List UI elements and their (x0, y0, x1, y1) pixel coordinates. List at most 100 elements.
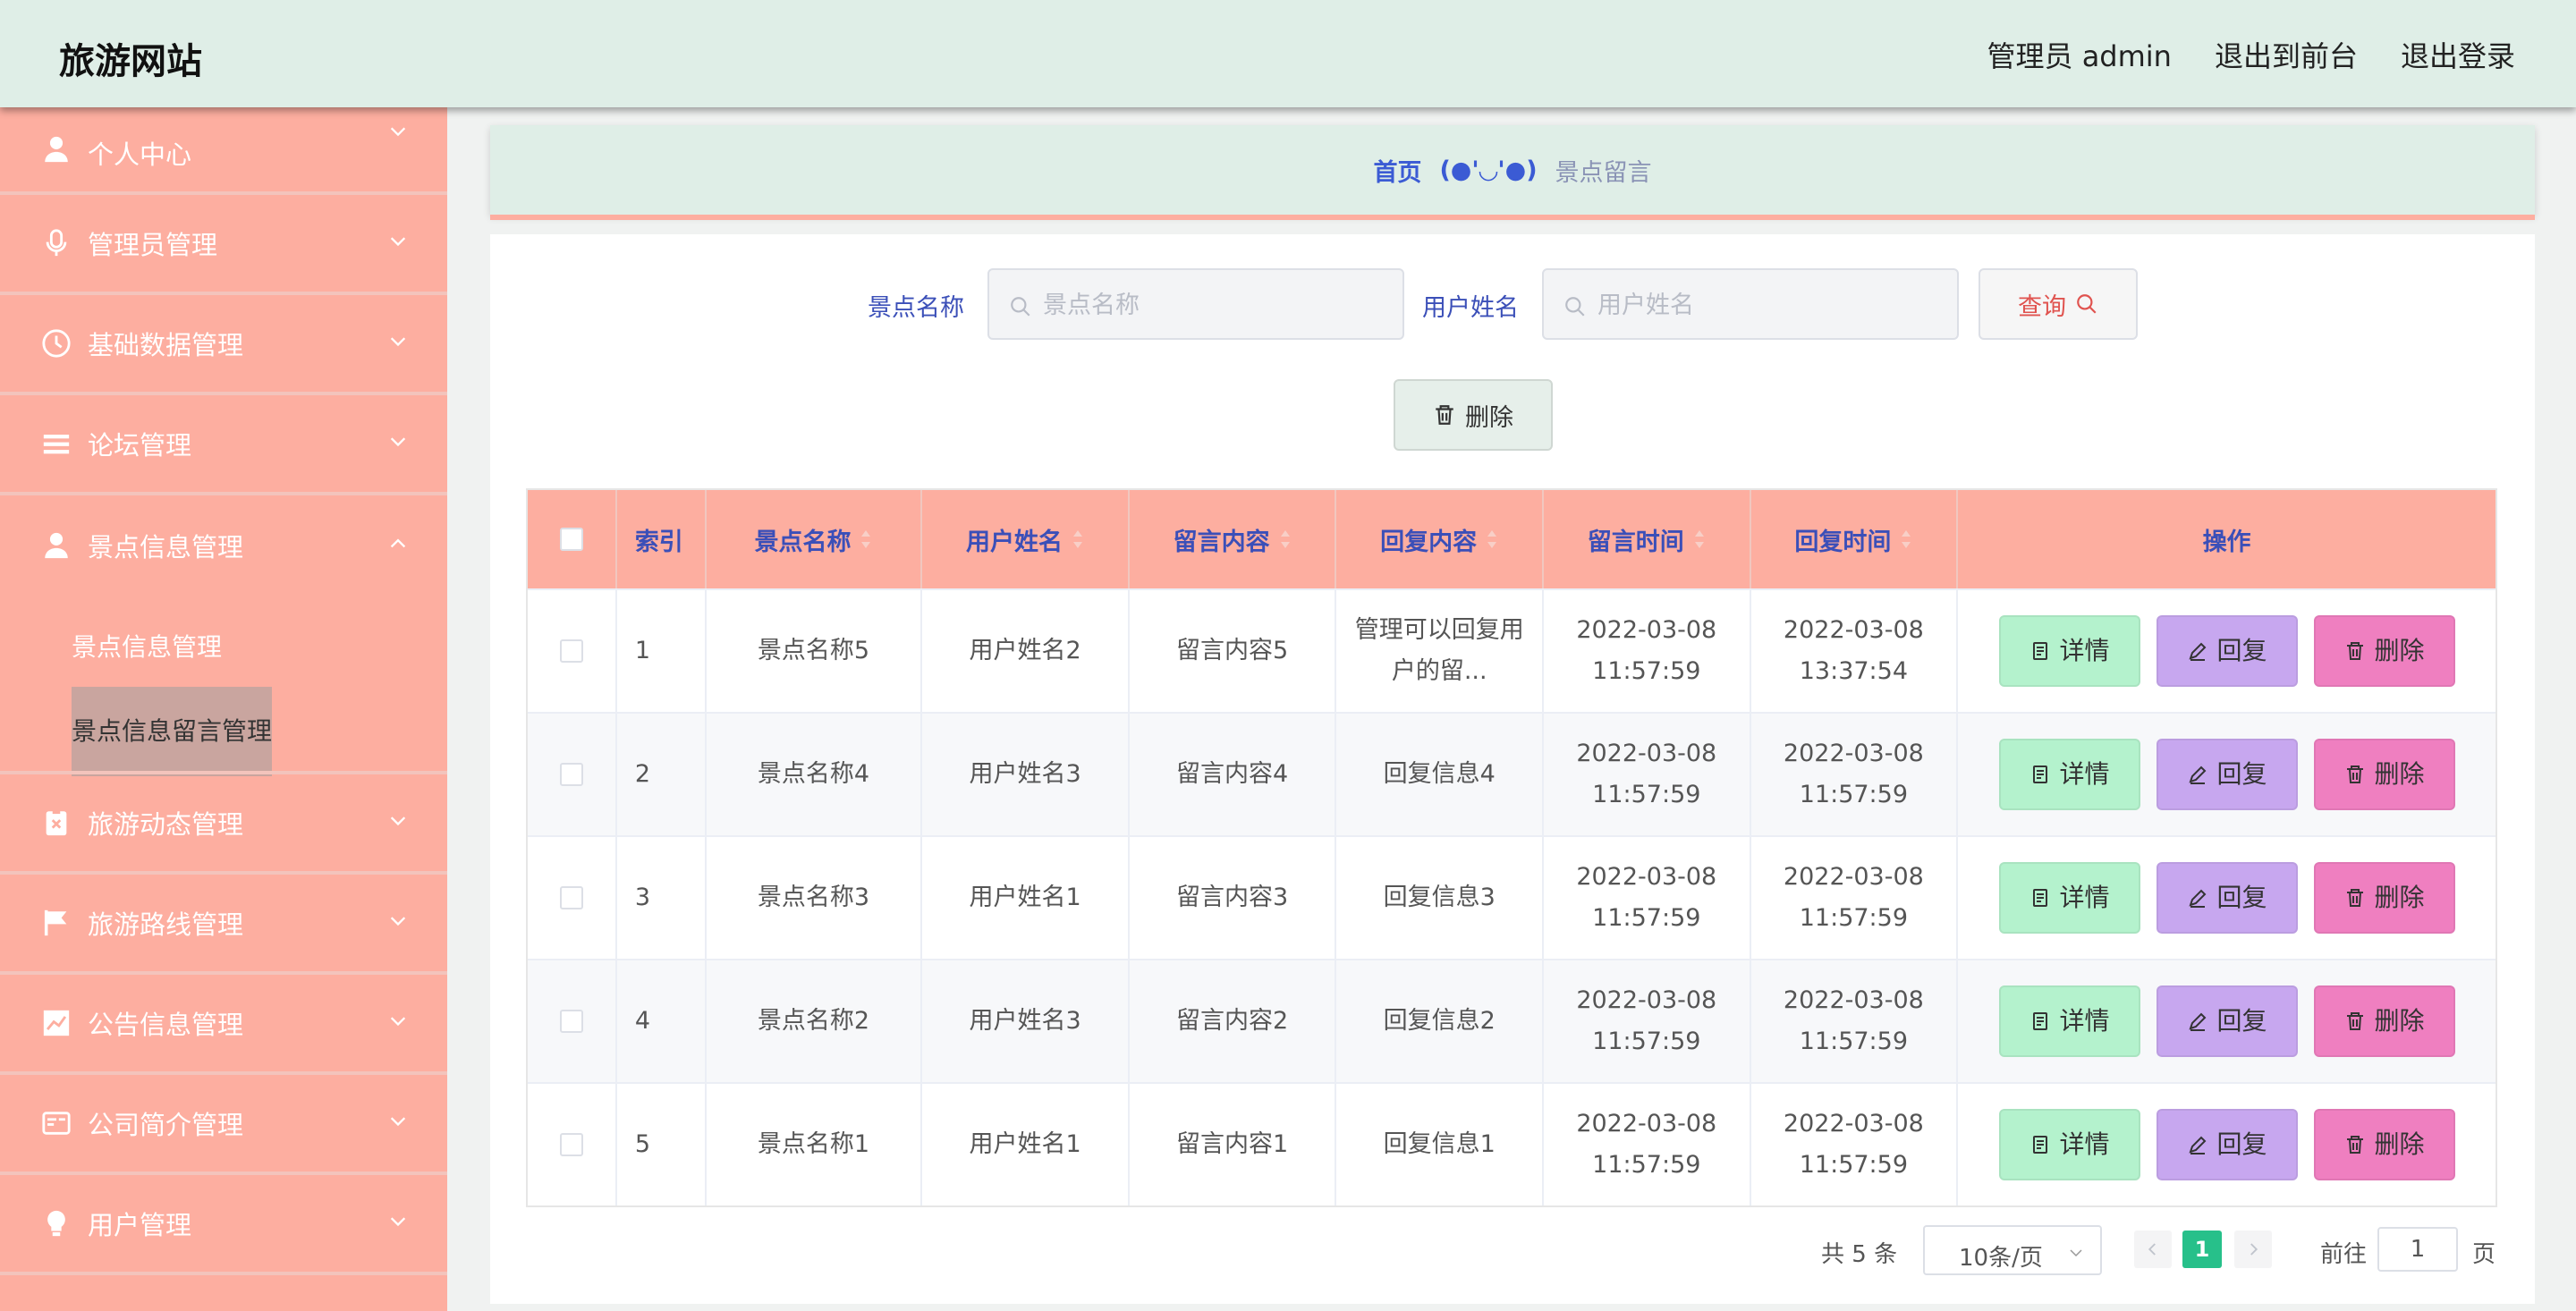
detail-button[interactable]: 详情 (1998, 985, 2140, 1057)
col-reply[interactable]: 回复内容 (1336, 490, 1544, 588)
reply-button[interactable]: 回复 (2156, 1109, 2298, 1180)
detail-button[interactable]: 详情 (1998, 615, 2140, 687)
submenu-item-spot-info[interactable]: 景点信息管理 (72, 628, 222, 664)
user-name-input[interactable] (1597, 283, 1937, 327)
col-message-time[interactable]: 留言时间 (1544, 490, 1751, 588)
delete-button[interactable]: 删除 (2313, 1109, 2455, 1180)
sort-icon[interactable] (1486, 529, 1498, 550)
cell-spot-name: 景点名称5 (707, 590, 923, 712)
reply-button[interactable]: 回复 (2156, 739, 2298, 810)
sort-icon[interactable] (1279, 529, 1292, 550)
submenu-item-spot-message[interactable]: 景点信息留言管理 (72, 687, 272, 776)
logout-link[interactable]: 退出登录 (2401, 34, 2515, 75)
cell-index: 5 (617, 1084, 707, 1205)
detail-button[interactable]: 详情 (1998, 739, 2140, 810)
sidebar-item-travel-route[interactable]: 旅游路线管理 (0, 871, 447, 975)
flag-icon (44, 909, 67, 936)
delete-button[interactable]: 删除 (2313, 739, 2455, 810)
reply-button[interactable]: 回复 (2156, 862, 2298, 934)
cell-spot-name: 景点名称4 (707, 714, 923, 835)
delete-button[interactable]: 删除 (2313, 615, 2455, 687)
row-checkbox[interactable] (559, 763, 583, 786)
page-number-current[interactable]: 1 (2182, 1231, 2222, 1268)
goto-page-input[interactable]: 1 (2377, 1227, 2458, 1272)
table-body: 1 景点名称5 用户姓名2 留言内容5 管理可以回复用户的留... 2022-03-08 … (528, 588, 2496, 1205)
sidebar-item-user[interactable]: 用户管理 (0, 1171, 447, 1275)
batch-delete-button[interactable]: 删除 (1394, 379, 1553, 451)
reply-label: 回复 (2216, 636, 2267, 665)
cell-spot-name: 景点名称1 (707, 1084, 923, 1205)
cell-message-time: 2022-03-08 11:57:59 (1544, 714, 1751, 835)
pagination: 共 5 条 10条/页 1 前往 1 页 (490, 1225, 2535, 1275)
row-checkbox[interactable] (559, 1010, 583, 1033)
breadcrumb-current: 景点留言 (1555, 158, 1652, 187)
sidebar-item-base-data[interactable]: 基础数据管理 (0, 292, 447, 395)
prev-page-button[interactable] (2134, 1231, 2172, 1268)
next-page-button[interactable] (2234, 1231, 2272, 1268)
cell-reply: 回复信息2 (1336, 960, 1544, 1082)
sidebar-item-travel-news[interactable]: 旅游动态管理 (0, 771, 447, 875)
reply-button[interactable]: 回复 (2156, 615, 2298, 687)
row-checkbox[interactable] (559, 886, 583, 909)
cell-actions: 详情 回复 删除 (1958, 590, 2496, 712)
chevron-down-icon (390, 1117, 406, 1127)
delete-label: 删除 (2374, 759, 2425, 789)
cell-actions: 详情 回复 删除 (1958, 837, 2496, 959)
sort-icon[interactable] (1693, 529, 1706, 550)
delete-button[interactable]: 删除 (2313, 985, 2455, 1057)
col-reply-time[interactable]: 回复时间 (1751, 490, 1959, 588)
edit-icon (2188, 1012, 2206, 1031)
page-size-select[interactable]: 10条/页 (1923, 1225, 2102, 1275)
sidebar-item-company[interactable]: 公司简介管理 (0, 1071, 447, 1175)
detail-button[interactable]: 详情 (1998, 1109, 2140, 1180)
cell-spot-name: 景点名称3 (707, 837, 923, 959)
row-checkbox[interactable] (559, 1133, 583, 1156)
user-name-field[interactable] (1542, 268, 1959, 340)
edit-icon (2188, 765, 2206, 784)
spot-name-field[interactable] (987, 268, 1404, 340)
spot-name-input[interactable] (1043, 283, 1383, 327)
reply-button[interactable]: 回复 (2156, 985, 2298, 1057)
cell-reply-time: 2022-03-08 11:57:59 (1751, 1084, 1959, 1205)
exit-to-front-link[interactable]: 退出到前台 (2215, 34, 2358, 75)
detail-button[interactable]: 详情 (1998, 862, 2140, 934)
delete-label: 删除 (2374, 883, 2425, 912)
row-checkbox[interactable] (559, 639, 583, 663)
chevron-down-icon (390, 127, 406, 137)
sidebar-item-label: 公司简介管理 (88, 1110, 244, 1140)
sort-icon[interactable] (1072, 529, 1084, 550)
select-all-checkbox[interactable] (559, 528, 583, 551)
col-message[interactable]: 留言内容 (1130, 490, 1337, 588)
col-index: 索引 (617, 490, 707, 588)
sidebar-item-forum[interactable]: 论坛管理 (0, 392, 447, 495)
delete-button[interactable]: 删除 (2313, 862, 2455, 934)
admin-user-label: 管理员 admin (1987, 39, 2172, 73)
breadcrumb-home[interactable]: 首页 (1373, 153, 1421, 188)
row-select-cell (528, 837, 617, 959)
sort-icon[interactable] (1900, 529, 1912, 550)
message-table: 索引 景点名称 用户姓名 留言内容 回复内容 留言时间 回复时间 操作 1 景点名… (526, 488, 2497, 1207)
cell-user-name: 用户姓名2 (922, 590, 1130, 712)
cell-message: 留言内容2 (1130, 960, 1337, 1082)
chevron-down-icon (390, 816, 406, 826)
cell-user-name: 用户姓名1 (922, 1084, 1130, 1205)
col-user-name[interactable]: 用户姓名 (922, 490, 1130, 588)
query-button[interactable]: 查询 (1979, 268, 2138, 340)
cell-index: 4 (617, 960, 707, 1082)
sort-icon[interactable] (860, 529, 872, 550)
delete-label: 删除 (2374, 1006, 2425, 1036)
sidebar-item-notice[interactable]: 公告信息管理 (0, 971, 447, 1075)
col-spot-name[interactable]: 景点名称 (707, 490, 923, 588)
document-icon (2032, 642, 2047, 660)
chevron-right-icon (2250, 1243, 2258, 1256)
search-icon (2077, 294, 2097, 314)
sidebar-item-admin[interactable]: 管理员管理 (0, 191, 447, 295)
sidebar-item-label: 管理员管理 (88, 230, 218, 260)
sidebar-item-spot-info[interactable]: 景点信息管理 (0, 492, 447, 596)
spot-name-label: 景点名称 (868, 294, 964, 322)
col-label: 索引 (634, 528, 683, 556)
document-icon (2032, 1012, 2047, 1030)
sidebar-item-personal-center[interactable]: 个人中心 (0, 107, 447, 195)
list-icon (43, 435, 70, 454)
sidebar-item-label: 基础数据管理 (88, 330, 244, 360)
